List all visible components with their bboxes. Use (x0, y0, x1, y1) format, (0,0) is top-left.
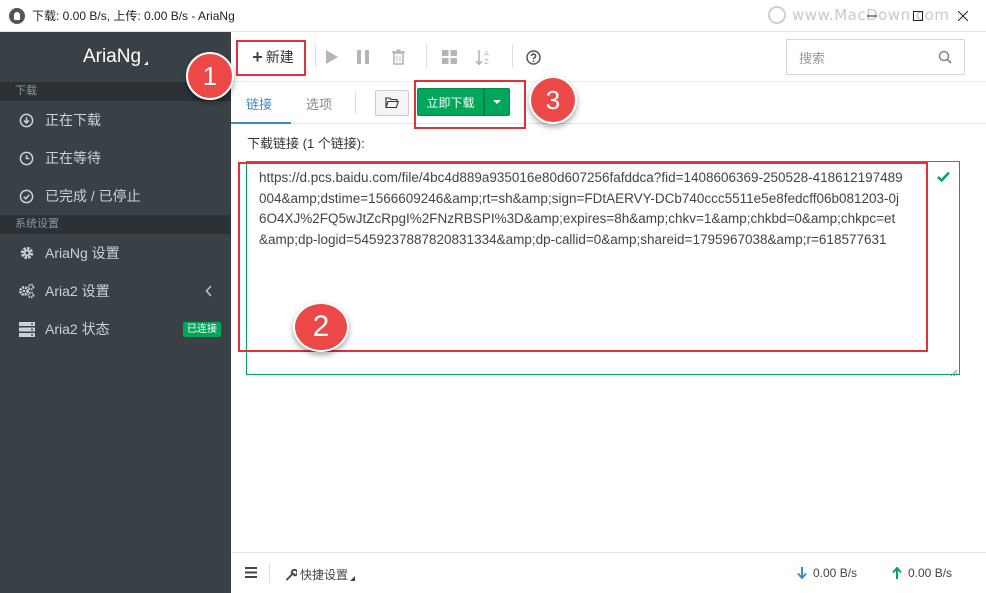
sidebar-item-label: 正在下载 (45, 112, 101, 128)
status-bar: 快捷设置 0.00 B/s 0.00 B/s (231, 552, 986, 593)
active-tab-indicator (231, 122, 291, 124)
svg-text:Z: Z (484, 58, 489, 65)
check-circle-icon (18, 188, 35, 205)
start-button[interactable] (320, 40, 344, 74)
brand-text: AriaNg (82, 46, 142, 67)
sidebar-item-aria2-status[interactable]: Aria2 状态 已连接 (0, 310, 231, 348)
watermark-logo-icon (768, 6, 786, 24)
window-title: 下载: 0.00 B/s, 上传: 0.00 B/s - AriaNg (32, 9, 235, 23)
sidebar-item-label: AriaNg 设置 (45, 245, 120, 261)
sidebar-item-ariang-settings[interactable]: AriaNg 设置 (0, 234, 231, 272)
maximize-button[interactable] (895, 0, 941, 32)
upload-speed: 0.00 B/s (892, 566, 952, 580)
sidebar-item-label: 正在等待 (45, 150, 101, 166)
sidebar-item-downloading[interactable]: 正在下载 (0, 101, 231, 139)
search-placeholder: 搜索 (799, 50, 826, 66)
close-icon (958, 11, 968, 21)
upload-speed-value: 0.00 B/s (908, 566, 953, 580)
download-links-label: 下载链接 (1 个链接): (247, 136, 365, 151)
open-file-button[interactable] (375, 90, 409, 116)
menu-icon[interactable] (245, 567, 257, 581)
sidebar-item-label: 已完成 / 已停止 (45, 188, 141, 204)
toolbar-divider (315, 45, 316, 67)
wrench-icon (286, 568, 297, 580)
search-input[interactable]: 搜索 (786, 39, 965, 75)
minimize-icon (867, 15, 877, 17)
delete-button[interactable] (385, 40, 413, 74)
sidebar-item-stopped[interactable]: 已完成 / 已停止 (0, 177, 231, 215)
maximize-icon (913, 11, 923, 21)
pause-button[interactable] (351, 40, 375, 74)
svg-text:A: A (484, 50, 489, 58)
gear-icon (18, 245, 35, 262)
toolbar-divider (426, 45, 427, 67)
tab-options[interactable]: 选项 (306, 94, 332, 113)
server-icon (18, 321, 35, 338)
sort-icon: AZ (475, 50, 489, 65)
valid-check-icon (937, 170, 950, 185)
question-circle-icon (525, 49, 541, 65)
pause-icon (357, 50, 369, 64)
resize-handle-icon[interactable] (950, 365, 958, 377)
arrow-up-icon (892, 567, 902, 579)
chevron-left-icon (205, 284, 213, 300)
grid-icon (441, 50, 457, 64)
sidebar: AriaNg 下载 正在下载 正在等待 已完成 / 已停止 系统设置 AriaN… (0, 32, 231, 593)
folder-open-icon (385, 97, 399, 109)
sidebar-item-aria2-settings[interactable]: Aria2 设置 (0, 272, 231, 310)
display-mode-button[interactable] (437, 40, 461, 74)
close-button[interactable] (940, 0, 986, 32)
annotation-marker-1: 1 (186, 52, 234, 100)
clock-icon (18, 150, 35, 167)
quick-settings-label: 快捷设置 (300, 568, 349, 582)
footer-divider (269, 563, 270, 583)
highlight-download-button (414, 80, 526, 129)
tab-bar: 链接 选项 立即下载 (231, 82, 986, 124)
arrow-down-icon (797, 567, 807, 579)
highlight-new-button (236, 40, 306, 76)
annotation-marker-2: 2 (293, 302, 349, 352)
download-speed: 0.00 B/s (797, 566, 857, 580)
minimize-button[interactable] (849, 0, 895, 32)
status-badge: 已连接 (183, 322, 221, 337)
sort-button[interactable]: AZ (471, 40, 497, 74)
play-icon (326, 50, 338, 64)
app-icon (9, 7, 25, 24)
sidebar-item-label: Aria2 设置 (45, 283, 110, 299)
tab-link[interactable]: 链接 (246, 94, 272, 113)
sidebar-item-waiting[interactable]: 正在等待 (0, 139, 231, 177)
caret-icon (350, 576, 356, 581)
gears-icon (18, 283, 35, 300)
quick-settings-button[interactable]: 快捷设置 (285, 566, 356, 583)
download-speed-value: 0.00 B/s (813, 566, 858, 580)
tab-divider (355, 92, 356, 114)
sidebar-item-label: Aria2 状态 (45, 321, 110, 337)
download-circle-icon (18, 112, 35, 129)
search-icon (938, 50, 952, 67)
sidebar-header-settings: 系统设置 (0, 215, 231, 234)
annotation-marker-3: 3 (529, 76, 577, 124)
brand-caret-icon (144, 61, 149, 65)
trash-icon (392, 49, 405, 65)
toolbar: + 新建 AZ 搜索 (231, 32, 986, 82)
help-button[interactable] (521, 40, 545, 74)
toolbar-divider (512, 45, 513, 67)
